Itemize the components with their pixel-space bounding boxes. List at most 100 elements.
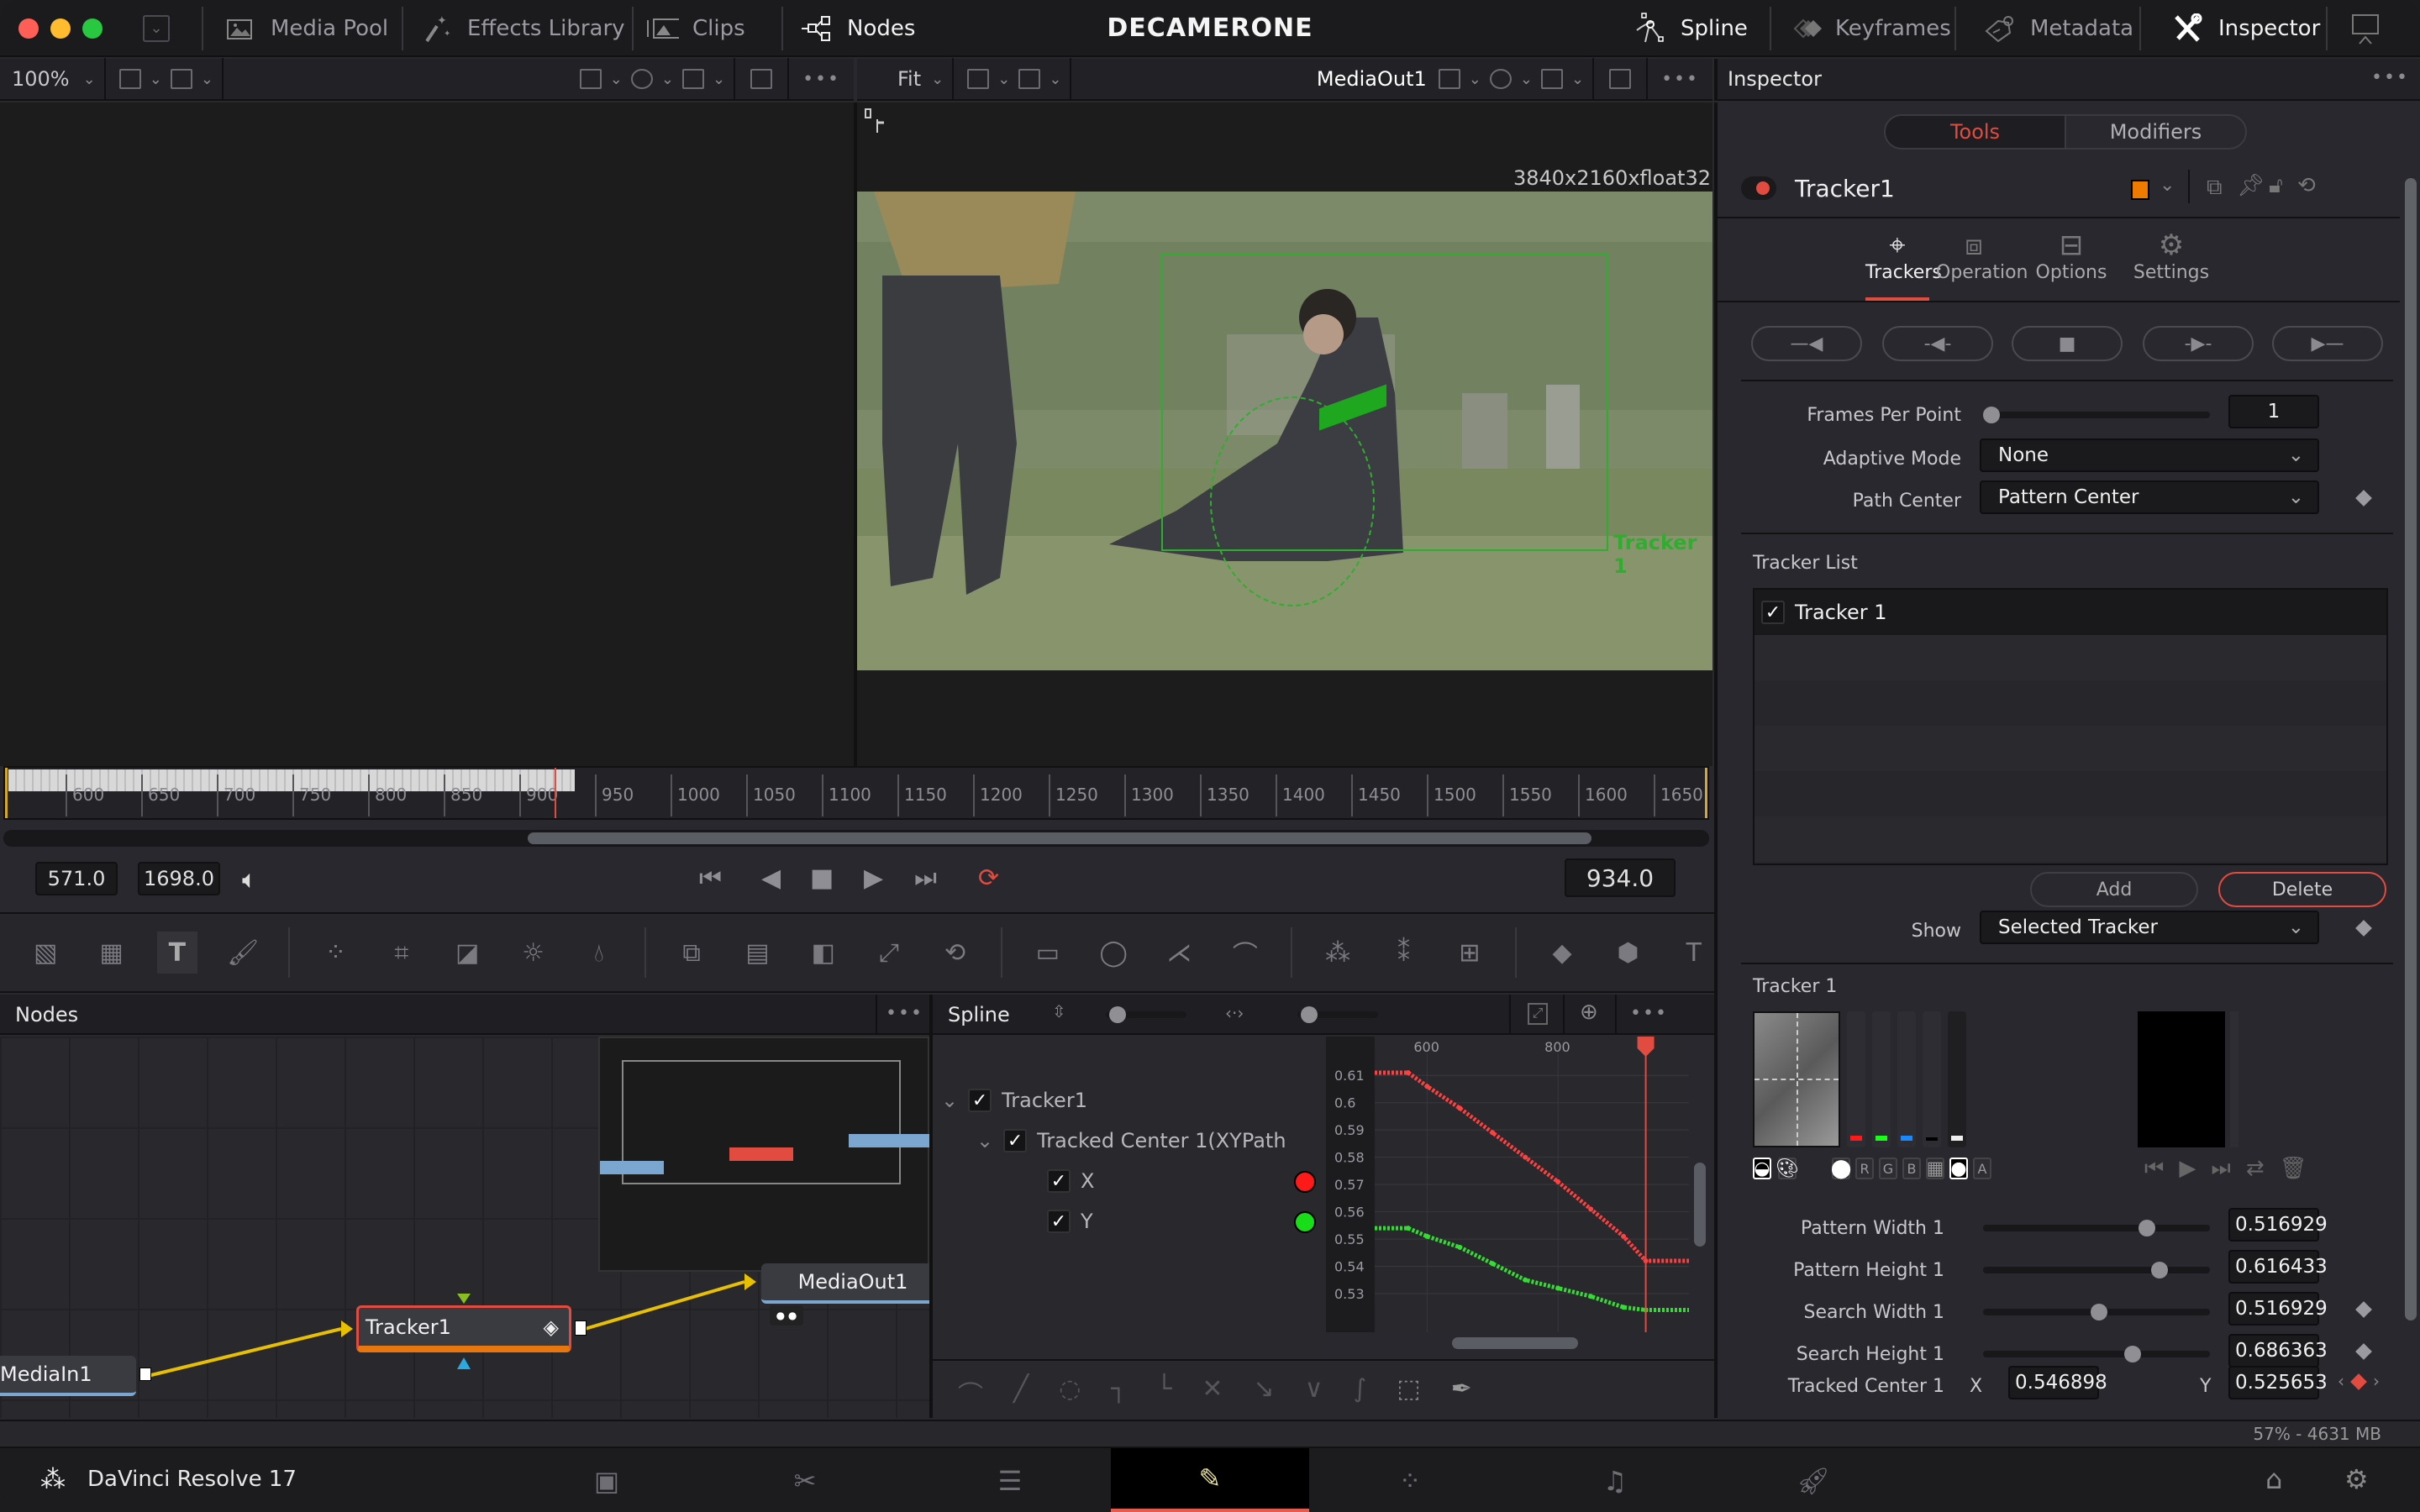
- chevron-down-icon[interactable]: ⌄: [150, 71, 162, 88]
- spline-chart[interactable]: 0.61 0.6 0.59 0.58 0.57 0.56 0.55 0.54 0.53 600 80…: [1326, 1037, 1689, 1332]
- audio-volume-icon[interactable]: 🔈︎: [242, 865, 257, 895]
- chevron-down-icon[interactable]: ⌄: [997, 71, 1010, 88]
- color-channel-icon[interactable]: [630, 69, 653, 89]
- roi-icon[interactable]: [1438, 69, 1460, 89]
- zoom-to-fit-icon[interactable]: ⤢: [1528, 1003, 1548, 1025]
- stop-button[interactable]: ■: [810, 864, 834, 893]
- pimage-tool-icon[interactable]: ⊞: [1449, 932, 1490, 974]
- fullscreen-viewer-icon[interactable]: [2349, 13, 2383, 50]
- slider-knob[interactable]: [1983, 407, 2000, 423]
- ellipse-mask-icon[interactable]: ◯: [1093, 932, 1134, 974]
- reverse-icon[interactable]: ✕: [1202, 1374, 1223, 1411]
- tree-item-tracker1[interactable]: ⌄ ✓ Tracker1: [941, 1089, 1087, 1112]
- x-curve-color-swatch[interactable]: [1294, 1171, 1316, 1193]
- subtab-operation[interactable]: ⧈ Operation: [1936, 228, 2028, 283]
- page-media-icon[interactable]: ▣: [508, 1448, 706, 1512]
- slider-knob[interactable]: [1301, 1006, 1318, 1023]
- param-input[interactable]: 0.516929: [2228, 1208, 2328, 1242]
- timeline-scroll-thumb[interactable]: [528, 832, 1591, 844]
- tracker-list-item[interactable]: ✓ Tracker 1: [1754, 590, 2386, 635]
- channel-booleans-tool-icon[interactable]: ▤: [737, 932, 777, 974]
- nav-keyframes[interactable]: Keyframes: [1788, 0, 1951, 57]
- picture-in-picture-icon[interactable]: [170, 69, 192, 89]
- page-fusion-icon[interactable]: ✎: [1111, 1448, 1309, 1512]
- pin-icon[interactable]: 📌︎: [2237, 173, 2265, 198]
- stop-tracking-button[interactable]: ■: [2012, 326, 2123, 361]
- more-options-icon[interactable]: •••: [1648, 69, 1712, 90]
- step-in-icon[interactable]: ┐: [1111, 1374, 1126, 1411]
- polygon-mask-icon[interactable]: ⋌: [1159, 932, 1199, 974]
- render-end-marker[interactable]: [1705, 768, 1707, 818]
- spline-graph[interactable]: 0.61 0.6 0.59 0.58 0.57 0.56 0.55 0.54 0.53 600 80…: [1326, 1037, 1689, 1332]
- play-reverse-button[interactable]: ◀︎: [761, 864, 781, 893]
- chevron-down-icon[interactable]: ⌄: [1571, 71, 1584, 88]
- fastnoise-tool-icon[interactable]: ▦: [91, 932, 131, 974]
- trash-icon[interactable]: 🗑︎: [2280, 1156, 2307, 1182]
- time-ruler[interactable]: 600 650 700 750 800 850 900 950 1000 1050 1100 1150…: [3, 766, 1709, 820]
- set-loop-icon[interactable]: ∫: [1354, 1374, 1367, 1411]
- slider-knob[interactable]: [2123, 1346, 2141, 1362]
- param-slider[interactable]: [1983, 1346, 2210, 1362]
- node-mediain1[interactable]: MediaIn1: [0, 1356, 136, 1396]
- rgb-channel-icon[interactable]: ⬤: [1831, 1158, 1851, 1179]
- maximize-window-button[interactable]: [82, 18, 103, 39]
- param-slider[interactable]: [1983, 1220, 2210, 1236]
- track-reverse-button[interactable]: —◀: [1751, 326, 1862, 361]
- global-end-time[interactable]: 1698.0: [138, 862, 220, 895]
- color-channel-icon[interactable]: [1489, 69, 1512, 89]
- keyframe-set-diamond-icon[interactable]: [2350, 1373, 2367, 1390]
- workspace-dropdown-icon[interactable]: ⌄: [143, 15, 170, 42]
- go-to-end-button[interactable]: ⏭︎: [914, 864, 937, 893]
- page-cut-icon[interactable]: ✂︎: [706, 1448, 904, 1512]
- play-forward-button[interactable]: ▶︎: [864, 864, 883, 893]
- minimize-window-button[interactable]: [50, 18, 71, 39]
- viewer-handle-icon[interactable]: [864, 108, 889, 136]
- merge-tool-icon[interactable]: ⧉: [671, 932, 712, 974]
- node-tracker1[interactable]: Tracker1 ◈: [356, 1305, 571, 1352]
- bspline-mask-icon[interactable]: ⌒: [1225, 932, 1265, 974]
- image-plane-3d-icon[interactable]: ◆: [1542, 932, 1582, 974]
- frames-per-point-input[interactable]: 1: [2228, 395, 2319, 428]
- viewer-lut-icon[interactable]: [1609, 69, 1632, 89]
- nav-inspector[interactable]: Inspector: [2171, 0, 2320, 57]
- right-viewer-zoom[interactable]: Fit: [857, 67, 923, 91]
- mono-display-icon[interactable]: ◒: [1753, 1158, 1771, 1179]
- checkbox[interactable]: ✓: [968, 1089, 992, 1112]
- horizontal-zoom-slider[interactable]: [1297, 1006, 1378, 1023]
- checkbox[interactable]: ✓: [1761, 601, 1785, 624]
- chevron-down-icon[interactable]: ⌄: [941, 1089, 958, 1112]
- track-reverse-from-current-button[interactable]: -◀-: [1882, 326, 1993, 361]
- linear-icon[interactable]: ╱: [1013, 1374, 1028, 1411]
- page-color-icon[interactable]: ⁘: [1311, 1448, 1509, 1512]
- smooth-icon[interactable]: ⌒: [958, 1374, 983, 1411]
- matte-control-tool-icon[interactable]: ◧: [803, 932, 844, 974]
- nav-spline[interactable]: Spline: [1634, 0, 1748, 57]
- chevron-down-icon[interactable]: ⌄: [83, 71, 96, 88]
- guides-grid-icon[interactable]: [681, 69, 704, 89]
- left-viewer[interactable]: [0, 102, 854, 766]
- mediain-output-port[interactable]: [139, 1368, 151, 1381]
- param-input[interactable]: 0.686363: [2228, 1334, 2328, 1368]
- param-slider[interactable]: [1983, 1304, 2210, 1320]
- adaptive-mode-dropdown[interactable]: None ⌄: [1980, 438, 2319, 472]
- horizontal-zoom-icon[interactable]: ‹·›: [1225, 1003, 1244, 1023]
- select-tool-icon[interactable]: ⬚: [1397, 1374, 1420, 1411]
- timeline-scrollbar[interactable]: [3, 830, 1709, 847]
- inspector-scrollbar[interactable]: [2405, 178, 2417, 1320]
- channel-a-button[interactable]: A: [1973, 1158, 1991, 1179]
- slider-knob[interactable]: [2090, 1304, 2107, 1320]
- split-wipe-icon[interactable]: [967, 69, 990, 89]
- transform-tool-icon[interactable]: ⤢: [869, 932, 909, 974]
- chevron-down-icon[interactable]: ⌄: [661, 71, 674, 88]
- checkbox[interactable]: ✓: [1047, 1169, 1071, 1193]
- tool-color-swatch[interactable]: [2131, 180, 2149, 200]
- frames-per-point-slider[interactable]: [1983, 407, 2210, 423]
- tree-item-y[interactable]: ✓ Y: [1047, 1210, 1093, 1233]
- channel-b-button[interactable]: B: [1902, 1158, 1921, 1179]
- param-slider[interactable]: [1983, 1262, 2210, 1278]
- channel-r-button[interactable]: R: [1855, 1158, 1874, 1179]
- text-3d-icon[interactable]: T: [1674, 932, 1714, 974]
- nav-media-pool[interactable]: Media Pool: [224, 0, 388, 57]
- chevron-down-icon[interactable]: ⌄: [610, 71, 623, 88]
- tracked-center-x-input[interactable]: 0.546898: [2008, 1366, 2107, 1399]
